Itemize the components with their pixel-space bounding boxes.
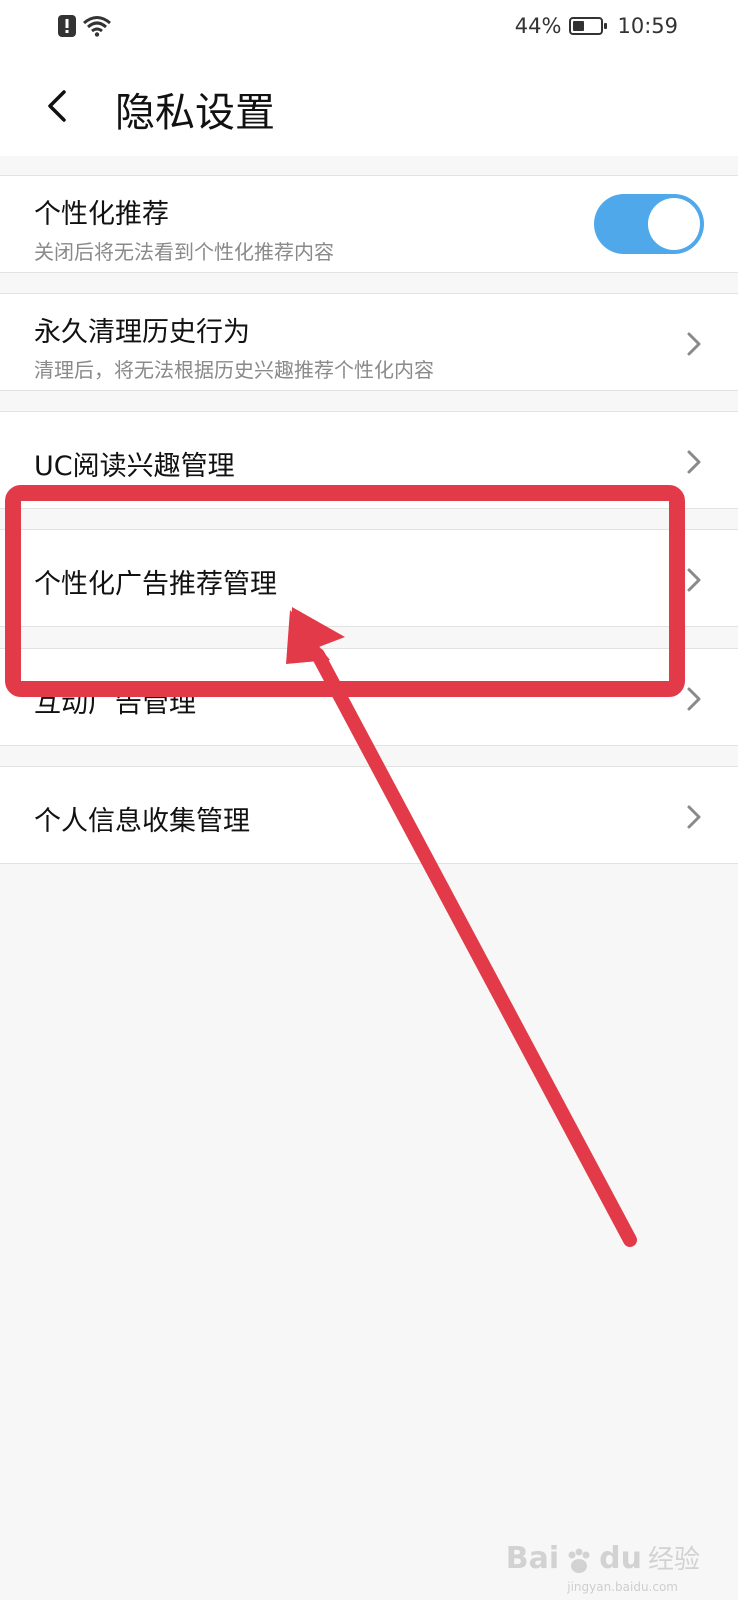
page-title: 隐私设置	[115, 90, 275, 136]
setting-personalized-ad-management[interactable]: 个性化广告推荐管理	[0, 529, 738, 627]
app-header: 隐私设置	[0, 56, 738, 156]
setting-subtitle: 关闭后将无法看到个性化推荐内容	[34, 240, 334, 264]
setting-interactive-ad-management[interactable]: 互动广告管理	[0, 648, 738, 746]
watermark-url: jingyan.baidu.com	[567, 1580, 678, 1594]
clock: 10:59	[617, 14, 678, 38]
chevron-right-icon	[687, 568, 701, 592]
chevron-right-icon	[687, 332, 701, 356]
setting-clear-history[interactable]: 永久清理历史行为 清理后，将无法根据历史兴趣推荐个性化内容	[0, 293, 738, 391]
wifi-icon	[83, 16, 111, 37]
alert-icon	[58, 15, 76, 37]
chevron-right-icon	[687, 805, 701, 829]
battery-percent: 44%	[514, 14, 562, 38]
setting-title: UC阅读兴趣管理	[34, 451, 235, 482]
setting-personalized-recommendation[interactable]: 个性化推荐 关闭后将无法看到个性化推荐内容	[0, 175, 738, 273]
setting-title: 个人信息收集管理	[34, 806, 250, 837]
watermark-brand: Bai	[505, 1541, 560, 1576]
setting-title: 个性化广告推荐管理	[34, 569, 277, 600]
setting-uc-reading-interests[interactable]: UC阅读兴趣管理	[0, 411, 738, 509]
chevron-right-icon	[687, 687, 701, 711]
battery-icon	[569, 17, 608, 35]
setting-subtitle: 清理后，将无法根据历史兴趣推荐个性化内容	[34, 358, 434, 382]
toggle-knob	[648, 198, 700, 250]
watermark-text: 经验	[647, 1545, 700, 1575]
status-icons-left	[58, 15, 112, 37]
personalized-recommendation-toggle[interactable]	[594, 194, 704, 254]
back-arrow-icon[interactable]	[36, 82, 80, 130]
baidu-watermark: Bai du 经验	[506, 1539, 700, 1576]
status-bar: 44% 10:59	[0, 0, 738, 56]
setting-personal-info-collection[interactable]: 个人信息收集管理	[0, 766, 738, 864]
paw-icon	[568, 1548, 590, 1573]
chevron-right-icon	[687, 450, 701, 474]
setting-title: 个性化推荐	[34, 199, 169, 230]
status-icons-right: 44% 10:59	[515, 14, 678, 38]
setting-title: 永久清理历史行为	[34, 317, 250, 348]
watermark-brand-suffix: du	[599, 1541, 642, 1576]
setting-title: 互动广告管理	[34, 688, 196, 719]
